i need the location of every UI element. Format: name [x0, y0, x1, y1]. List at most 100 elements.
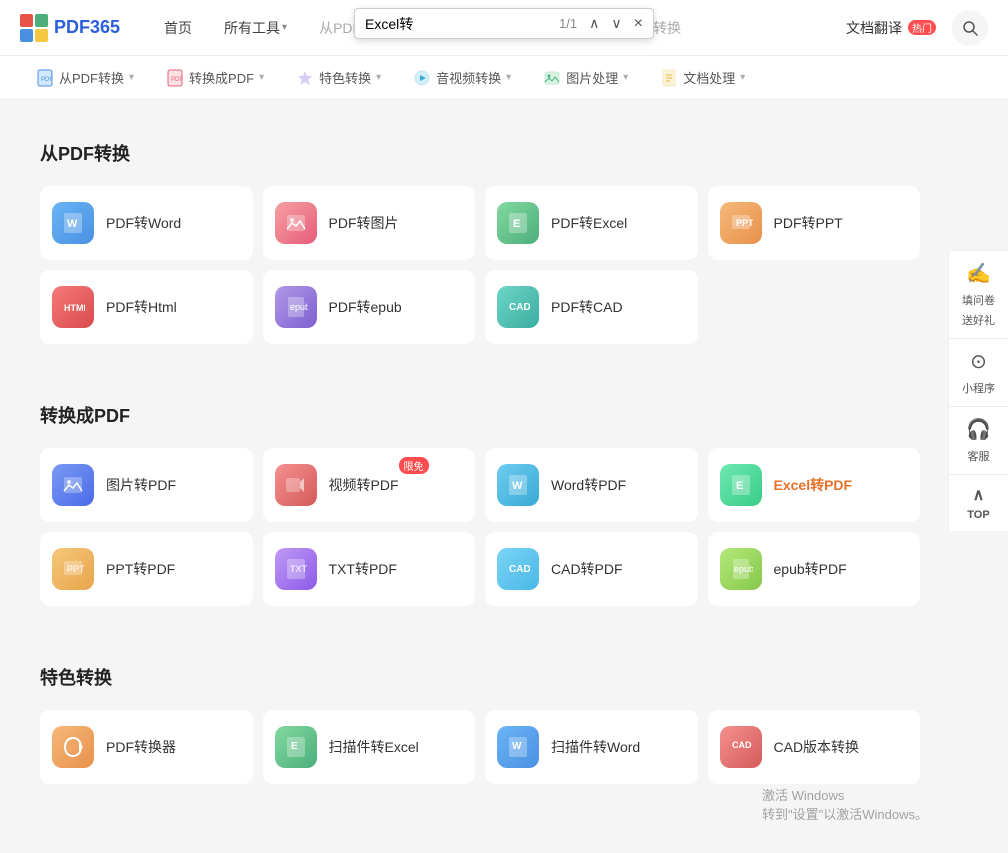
audio-icon: [413, 69, 431, 87]
tool-pdf-converter[interactable]: PDF转换器: [40, 710, 253, 784]
tool-excel-to-pdf[interactable]: E Excel转PDF: [708, 448, 921, 522]
tool-txt-to-pdf[interactable]: TXT TXT转PDF: [263, 532, 476, 606]
search-close-button[interactable]: ×: [634, 15, 643, 33]
feedback-line2: 送好礼: [962, 312, 995, 328]
svg-text:epub: epub: [290, 302, 308, 312]
search-input[interactable]: [365, 16, 551, 32]
ppt-icon: PPT: [729, 211, 753, 235]
tool-ppt-to-pdf[interactable]: PPT PPT转PDF: [40, 532, 253, 606]
pdf-to-html-label: PDF转Html: [106, 297, 177, 317]
from-pdf-grid: W PDF转Word PDF转图片: [40, 186, 920, 344]
feedback-button[interactable]: ✍ 填问卷 送好礼: [948, 250, 1008, 338]
limited-badge: 限免: [399, 457, 429, 474]
nav-all-tools[interactable]: 所有工具 ▾: [210, 12, 301, 44]
pdf-to-image-label: PDF转图片: [329, 213, 399, 233]
sub-nav-special[interactable]: 特色转换 ▾: [280, 56, 397, 100]
ppt-to-pdf-label: PPT转PDF: [106, 559, 175, 579]
pdf-to-cad-label: PDF转CAD: [551, 297, 623, 317]
pdf-converter-icon: [52, 726, 94, 768]
hot-badge: 热门: [908, 20, 936, 35]
svg-text:E: E: [291, 741, 298, 752]
tool-pdf-to-ppt[interactable]: PPT PDF转PPT: [708, 186, 921, 260]
search-button[interactable]: [952, 10, 988, 46]
search-next-button[interactable]: ∨: [607, 13, 625, 34]
tool-pdf-to-html[interactable]: HTML PDF转Html: [40, 270, 253, 344]
mini-app-icon: ⊙: [970, 349, 987, 374]
excel-icon: E: [506, 211, 530, 235]
sub-nav-to-pdf-label: 转换成PDF: [189, 68, 254, 87]
page-wrapper: 从PDF转换 W PDF转Word: [0, 100, 1008, 853]
converter-icon: [61, 735, 85, 759]
tool-pdf-to-excel[interactable]: E PDF转Excel: [485, 186, 698, 260]
right-panel: ✍ 填问卷 送好礼 ⊙ 小程序 🎧 客服 ∧ TOP: [948, 250, 1008, 531]
scan-excel-icon: E: [284, 735, 308, 759]
sub-nav-audio[interactable]: 音视频转换 ▾: [397, 56, 527, 100]
sub-nav-doc[interactable]: 文档处理 ▾: [644, 56, 761, 100]
tool-scan-to-excel[interactable]: E 扫描件转Excel: [263, 710, 476, 784]
svg-text:CAD: CAD: [509, 564, 530, 575]
tool-pdf-to-epub[interactable]: epub PDF转epub: [263, 270, 476, 344]
image-icon: [543, 69, 561, 87]
svg-text:E: E: [736, 480, 743, 492]
pdf-to-epub-label: PDF转epub: [329, 297, 402, 317]
sub-nav-doc-label: 文档处理: [683, 68, 735, 87]
sub-nav-audio-arrow: ▾: [506, 72, 511, 83]
tool-epub-to-pdf[interactable]: epub epub转PDF: [708, 532, 921, 606]
sub-nav-from-pdf-arrow: ▾: [129, 72, 134, 83]
search-prev-button[interactable]: ∧: [585, 13, 603, 34]
cad-icon: CAD: [506, 295, 530, 319]
tool-scan-to-word[interactable]: W 扫描件转Word: [485, 710, 698, 784]
svg-text:W: W: [67, 218, 78, 230]
service-button[interactable]: 🎧 客服: [948, 406, 1008, 474]
ppt-to-pdf-icon: PPT: [52, 548, 94, 590]
word-pdf-icon: W: [506, 473, 530, 497]
scan-to-excel-label: 扫描件转Excel: [329, 737, 419, 757]
svg-text:CAD: CAD: [732, 740, 752, 750]
sub-nav-to-pdf[interactable]: PDF 转换成PDF ▾: [150, 56, 280, 100]
sub-nav-image[interactable]: 图片处理 ▾: [527, 56, 644, 100]
pdf-to-html-icon: HTML: [52, 286, 94, 328]
sub-nav-from-pdf[interactable]: PDF 从PDF转换 ▾: [20, 56, 150, 100]
cad-version-icon: CAD: [720, 726, 762, 768]
img-pdf-icon: [61, 473, 85, 497]
svg-text:PPT: PPT: [736, 218, 753, 228]
cad-pdf-icon: CAD: [506, 557, 530, 581]
search-icon: [962, 20, 978, 36]
ppt-pdf-icon: PPT: [61, 557, 85, 581]
logo[interactable]: PDF365: [20, 14, 120, 42]
pdf-to-epub-icon: epub: [275, 286, 317, 328]
cad-to-pdf-label: CAD转PDF: [551, 559, 623, 579]
sub-nav-special-arrow: ▾: [376, 72, 381, 83]
tool-pdf-to-cad[interactable]: CAD PDF转CAD: [485, 270, 698, 344]
video-to-pdf-label: 视频转PDF: [329, 477, 399, 493]
tool-pdf-to-image[interactable]: PDF转图片: [263, 186, 476, 260]
logo-text: PDF365: [54, 17, 120, 38]
word-icon: W: [61, 211, 85, 235]
service-label: 客服: [968, 448, 990, 464]
pdf-to-ppt-label: PDF转PPT: [774, 213, 843, 233]
section-title-from-pdf: 从PDF转换: [40, 140, 920, 166]
txt-to-pdf-label: TXT转PDF: [329, 559, 397, 579]
tool-video-to-pdf[interactable]: 视频转PDF 限免: [263, 448, 476, 522]
tool-image-to-pdf[interactable]: 图片转PDF: [40, 448, 253, 522]
cad-to-pdf-icon: CAD: [497, 548, 539, 590]
svg-text:TXT: TXT: [290, 564, 308, 574]
svg-text:W: W: [512, 480, 523, 492]
top-arrow-icon: ∧: [973, 485, 985, 505]
logo-icon: [20, 14, 48, 42]
top-button[interactable]: ∧ TOP: [948, 474, 1008, 531]
doc-translate-area[interactable]: 文档翻译 热门: [846, 18, 936, 38]
sub-nav-from-pdf-label: 从PDF转换: [59, 68, 124, 87]
tool-cad-to-pdf[interactable]: CAD CAD转PDF: [485, 532, 698, 606]
image-to-pdf-icon: [52, 464, 94, 506]
epub-icon: epub: [284, 295, 308, 319]
mini-app-button[interactable]: ⊙ 小程序: [948, 338, 1008, 406]
sub-nav-to-pdf-arrow: ▾: [259, 72, 264, 83]
tool-cad-version[interactable]: CAD CAD版本转换: [708, 710, 921, 784]
epub-pdf-icon: epub: [729, 557, 753, 581]
tool-word-to-pdf[interactable]: W Word转PDF: [485, 448, 698, 522]
sub-nav-audio-label: 音视频转换: [436, 68, 501, 87]
video-icon: [284, 473, 308, 497]
tool-pdf-to-word[interactable]: W PDF转Word: [40, 186, 253, 260]
nav-home[interactable]: 首页: [150, 12, 206, 44]
